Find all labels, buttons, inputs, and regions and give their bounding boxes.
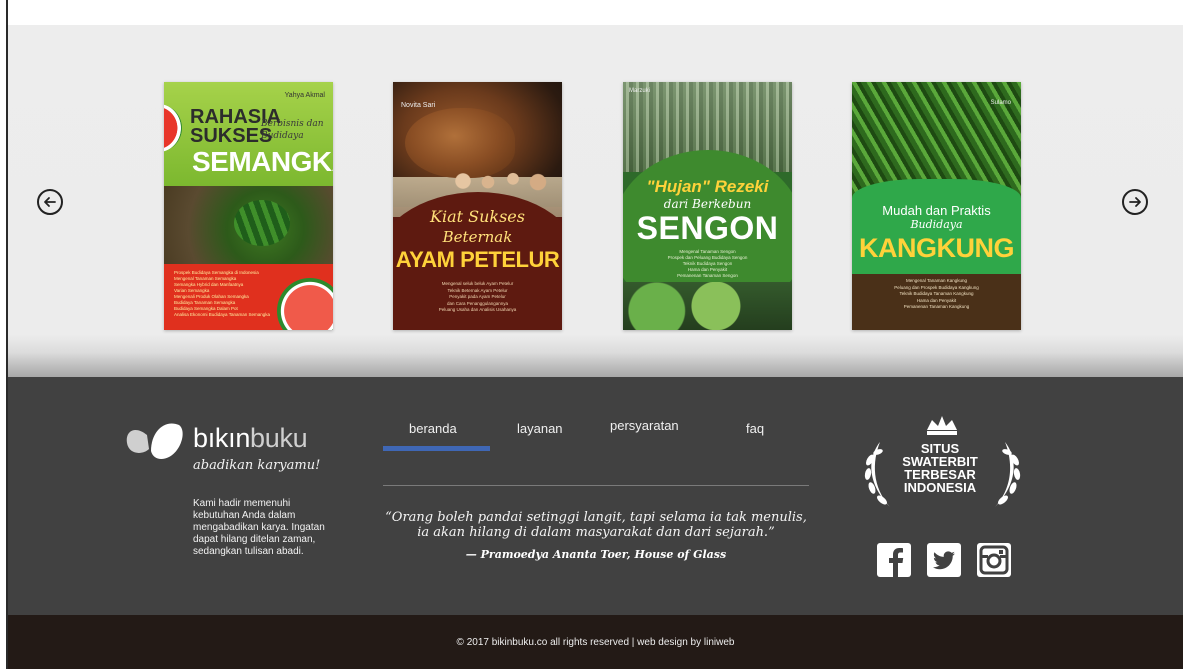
facebook-button[interactable]	[877, 543, 911, 577]
instagram-button[interactable]	[977, 543, 1011, 577]
nav-item-beranda[interactable]: beranda	[409, 421, 457, 436]
quote-author: — Pramoedya Ananta Toer, House of Glass	[465, 548, 727, 561]
book-carousel: Yahya Akmal RAHASIA SUKSES Berbisnis dan …	[8, 25, 1183, 377]
nav-active-indicator	[383, 446, 490, 451]
copyright-bar: © 2017 bikinbuku.co all rights reserved …	[8, 615, 1183, 669]
bikinbuku-logo[interactable]: bıkınbuku abadikan karyamu!	[125, 417, 345, 477]
carousel-next-button[interactable]	[1122, 189, 1148, 215]
cover-plants-graphic	[623, 282, 792, 330]
book-title-line1: Mudah dan Praktis	[882, 203, 991, 218]
book-title-main: SEMANGKA	[192, 146, 333, 177]
book-cover-ayam-petelur[interactable]: Novita Sari Kiat Sukses Beternak AYAM PE…	[393, 82, 562, 330]
instagram-icon	[979, 545, 1009, 575]
book-title-line1: "Hujan" Rezeki	[646, 177, 769, 196]
book-author: Novita Sari	[401, 102, 436, 109]
hen-graphic	[405, 108, 515, 178]
about-text: Kami hadir memenuhi kebutuhan Anda dalam…	[193, 498, 325, 557]
award-badge: SITUS SWATERBIT TERBESAR INDONESIA	[850, 412, 1035, 522]
book-title-line2: Budidaya	[910, 218, 963, 231]
twitter-button[interactable]	[927, 543, 961, 577]
book-contents-list: Mengenal Tanaman Kangkung Peluang dan Pro…	[894, 278, 979, 309]
nav-divider	[383, 485, 809, 486]
book-contents-list: Mengenal seluk beluk Ayam Petelur Teknik …	[438, 281, 517, 312]
book-title-main: KANGKUNG	[859, 233, 1015, 263]
page-left-border	[6, 0, 8, 669]
book-contents-list: Prospek Budidaya Semangka di Indonesia Me…	[174, 270, 270, 317]
book-cover-sengon[interactable]: Marzuki "Hujan" Rezeki dari Berkebun SEN…	[623, 82, 792, 330]
footer-nav: beranda layanan persyaratan faq	[383, 418, 808, 461]
book-title-line2: Beternak	[442, 228, 513, 246]
nav-item-layanan[interactable]: layanan	[517, 421, 563, 436]
watermelon-graphic	[234, 200, 290, 246]
carousel-prev-button[interactable]	[37, 189, 63, 215]
butterfly-logo-icon	[126, 423, 183, 459]
arrow-right-circle-icon	[1129, 197, 1141, 207]
book-title-main: SENGON	[636, 210, 779, 246]
logo-tagline: abadikan karyamu!	[193, 458, 321, 473]
book-author: Marzuki	[629, 88, 651, 94]
book-contents-list: Mengenal Tanaman Sengon Prospek dan Pelua…	[667, 249, 748, 278]
logo-wordmark: bıkınbuku	[193, 423, 308, 453]
book-subtitle: Berbisnis dan Budidaya	[261, 119, 324, 141]
book-cover-semangka[interactable]: Yahya Akmal RAHASIA SUKSES Berbisnis dan …	[164, 82, 333, 330]
award-text: SITUS SWATERBIT TERBESAR INDONESIA	[902, 441, 978, 495]
site-footer: bıkınbuku abadikan karyamu! Kami hadir m…	[8, 377, 1183, 615]
twitter-icon	[933, 551, 955, 570]
book-title-line2: dari Berkebun	[663, 197, 752, 211]
arrow-left-circle-icon	[44, 197, 56, 207]
facebook-icon	[889, 548, 904, 577]
book-author: Yahya Akmal	[284, 92, 325, 99]
nav-item-persyaratan[interactable]: persyaratan	[610, 418, 679, 433]
book-title-line1: Kiat Sukses	[430, 207, 525, 226]
eggs-graphic	[453, 170, 553, 192]
quote-text: “Orang boleh pandai setinggi langit, tap…	[385, 510, 807, 540]
book-title-main: AYAM PETELUR	[395, 247, 560, 272]
copyright-text: © 2017 bikinbuku.co all rights reserved …	[456, 637, 735, 648]
book-cover-kangkung[interactable]: Sulamo Mudah dan Praktis Budidaya KANGKU…	[852, 82, 1021, 330]
nav-item-faq[interactable]: faq	[746, 421, 764, 436]
book-author: Sulamo	[990, 100, 1011, 106]
